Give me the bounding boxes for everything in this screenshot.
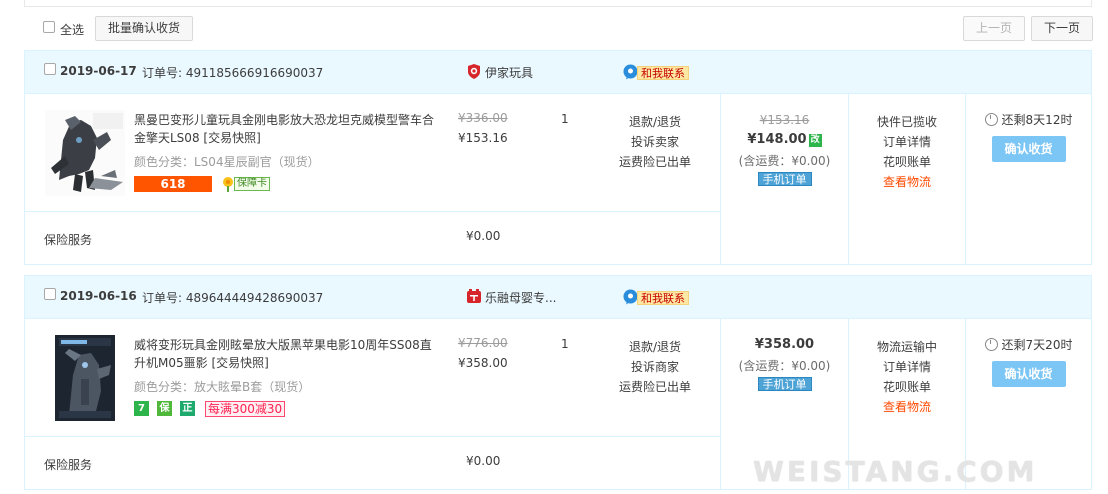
view-logistics-link[interactable]: 查看物流: [849, 397, 965, 417]
order-header: 2019-06-16 订单号: 489644449428690037 乐融母婴专…: [25, 276, 1091, 319]
guarantee-icon[interactable]: 保: [157, 401, 172, 416]
order-select-checkbox[interactable]: [44, 63, 56, 75]
confirm-receipt-button[interactable]: 确认收货: [991, 361, 1066, 387]
row-divider: [25, 436, 720, 437]
countdown-text: 还剩7天20时: [1001, 338, 1073, 352]
insurance-service-label: 保险服务: [44, 233, 93, 247]
insurance-service-price: ¥0.00: [466, 454, 501, 468]
item-original-price: ¥776.00: [458, 336, 508, 350]
order-status-column: 快件已揽收 订单详情 花呗账单 查看物流: [849, 112, 965, 192]
mobile-order-tag: 手机订单: [757, 377, 812, 391]
view-logistics-link[interactable]: 查看物流: [849, 172, 965, 192]
order-status-column: 物流运输中 订单详情 花呗账单 查看物流: [849, 337, 965, 417]
huabei-bill-link[interactable]: 花呗账单: [849, 152, 965, 172]
guarantee-card-label[interactable]: 保障卡: [234, 177, 270, 191]
order-list-toolbar: 全选 批量确认收货 上一页 下一页: [24, 14, 1093, 44]
item-quantity: 1: [561, 112, 569, 126]
select-all-label[interactable]: 全选: [60, 21, 84, 38]
order-action-column: 还剩7天20时 确认收货: [966, 335, 1091, 387]
product-sku: 颜色分类：放大眩晕B套（现货）: [134, 380, 311, 394]
next-page-button[interactable]: 下一页: [1031, 16, 1093, 41]
row-divider: [25, 211, 720, 212]
insurance-service-label: 保险服务: [44, 458, 93, 472]
previous-section-edge: [24, 0, 1092, 7]
item-quantity: 1: [561, 337, 569, 351]
order-status-text: 物流运输中: [876, 340, 937, 354]
confirm-countdown: 还剩8天12时: [966, 110, 1091, 130]
order-detail-link[interactable]: 订单详情: [849, 357, 965, 377]
complain-link[interactable]: 投诉商家: [605, 357, 705, 377]
clock-icon: [984, 338, 998, 351]
payment-column: ¥153.16 ¥148.00 改 (含运费：¥0.00) 手机订单: [721, 110, 848, 186]
order-header: 2019-06-17 订单号: 491185666916690037 伊家玩具 …: [25, 51, 1091, 94]
confirm-receipt-button[interactable]: 确认收货: [991, 136, 1066, 162]
chat-bubble-icon: [623, 64, 638, 80]
site-watermark: WEISTANG.COM: [753, 455, 1038, 488]
pay-original-amount: ¥153.16: [759, 113, 810, 127]
pay-shipping-note: (含运费：¥0.00): [738, 359, 831, 373]
authentic-icon[interactable]: 正: [180, 401, 195, 416]
product-title-link[interactable]: 威将变形玩具金刚眩晕放大版黑苹果电影10周年SS08直升机M05噩影 [交易快照…: [134, 336, 434, 372]
order-date: 2019-06-16: [60, 289, 137, 303]
order-status-text: 快件已揽收: [876, 115, 937, 129]
complain-link[interactable]: 投诉卖家: [605, 132, 705, 152]
order-body: 黑曼巴变形儿童玩具金刚电影放大恐龙坦克威模型警车合金擎天LS08 [交易快照] …: [25, 94, 1091, 264]
order-detail-link[interactable]: 订单详情: [849, 132, 965, 152]
item-unit-price: ¥153.16: [458, 131, 508, 145]
discount-promo-badge: 每满300减30: [205, 401, 286, 417]
pay-actual-value: ¥148.00: [747, 132, 807, 147]
confirm-countdown: 还剩7天20时: [966, 335, 1091, 355]
prev-page-button[interactable]: 上一页: [963, 16, 1025, 41]
select-all-checkbox[interactable]: [43, 21, 55, 33]
countdown-text: 还剩8天12时: [1001, 113, 1073, 127]
chat-bubble-icon: [623, 289, 638, 305]
order-action-column: 还剩8天12时 确认收货: [966, 110, 1091, 162]
payment-column: ¥358.00 (含运费：¥0.00) 手机订单: [721, 335, 848, 391]
order-number: 订单号: 491185666916690037: [142, 66, 324, 80]
order-number: 订单号: 489644449428690037: [142, 291, 324, 305]
pay-actual-amount: ¥148.00 改: [721, 130, 848, 150]
flower-icon: [223, 177, 233, 192]
after-sale-actions: 退款/退货 投诉商家 运费险已出单: [605, 337, 705, 397]
item-unit-price: ¥358.00: [458, 356, 508, 370]
product-sku: 颜色分类：LS04星辰副官（现货）: [134, 155, 320, 169]
refund-link[interactable]: 退款/退货: [605, 337, 705, 357]
contact-label[interactable]: 和我联系: [637, 66, 689, 80]
promo-618-badge: 618: [134, 176, 212, 192]
tmall-icon: [467, 289, 481, 303]
refund-link[interactable]: 退款/退货: [605, 112, 705, 132]
item-original-price: ¥336.00: [458, 111, 508, 125]
order-select-checkbox[interactable]: [44, 288, 56, 300]
batch-confirm-button[interactable]: 批量确认收货: [95, 16, 193, 41]
mobile-order-tag: 手机订单: [757, 172, 812, 186]
order-date: 2019-06-17: [60, 64, 137, 78]
clock-icon: [984, 113, 998, 126]
huabei-bill-link[interactable]: 花呗账单: [849, 377, 965, 397]
order-card: 2019-06-17 订单号: 491185666916690037 伊家玩具 …: [24, 50, 1092, 265]
product-title-link[interactable]: 黑曼巴变形儿童玩具金刚电影放大恐龙坦克威模型警车合金擎天LS08 [交易快照]: [134, 111, 434, 147]
pay-actual-amount: ¥358.00: [754, 337, 815, 352]
shop-name[interactable]: 伊家玩具: [485, 64, 533, 81]
shipping-insurance-link[interactable]: 运费险已出单: [605, 152, 705, 172]
contact-label[interactable]: 和我联系: [637, 291, 689, 305]
insurance-service-price: ¥0.00: [466, 229, 501, 243]
shipping-insurance-link[interactable]: 运费险已出单: [605, 377, 705, 397]
product-thumbnail[interactable]: [45, 335, 125, 421]
price-modified-icon: 改: [808, 134, 822, 147]
product-thumbnail[interactable]: [45, 110, 125, 196]
seven-day-return-icon[interactable]: 7: [134, 401, 149, 416]
pay-shipping-note: (含运费：¥0.00): [738, 154, 831, 168]
shop-shield-icon: [468, 64, 480, 79]
after-sale-actions: 退款/退货 投诉卖家 运费险已出单: [605, 112, 705, 172]
shop-name[interactable]: 乐融母婴专...: [485, 289, 556, 306]
